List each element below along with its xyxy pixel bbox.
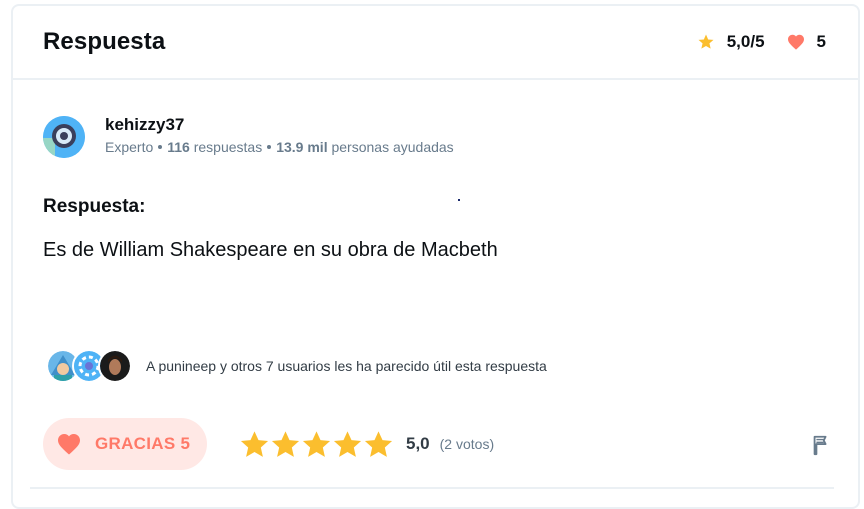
votes-count: (2 votos) bbox=[439, 436, 495, 452]
helped-label: personas ayudadas bbox=[331, 139, 454, 155]
rating-value: 5,0/5 bbox=[726, 32, 765, 51]
likes-stat: 5 bbox=[787, 32, 826, 52]
decorative-dot bbox=[458, 199, 460, 201]
answers-label: respuestas bbox=[193, 139, 263, 155]
thanks-button[interactable]: GRACIAS 5 bbox=[43, 418, 207, 470]
star-icon-2[interactable] bbox=[270, 429, 301, 460]
rating-stars bbox=[239, 429, 394, 460]
separator-dot bbox=[158, 144, 163, 149]
star-icon-4[interactable] bbox=[332, 429, 363, 460]
rating-stat: 5,0/5 bbox=[697, 32, 765, 52]
star-icon-5[interactable] bbox=[363, 429, 394, 460]
answers-count: 116 bbox=[167, 139, 190, 155]
flag-icon[interactable] bbox=[810, 434, 832, 456]
answer-header: Respuesta 5,0/5 5 bbox=[13, 6, 858, 80]
heart-icon bbox=[787, 34, 804, 50]
rating-value: 5,0 bbox=[406, 434, 430, 453]
helped-count: 13.9 mil bbox=[276, 139, 328, 155]
helped-summary: A punineep y otros 7 usuarios les ha par… bbox=[46, 349, 547, 383]
answer-label: Respuesta: bbox=[43, 196, 146, 217]
star-icon-1[interactable] bbox=[239, 429, 270, 460]
vinyl-record-avatar-icon[interactable] bbox=[43, 116, 85, 158]
header-stats: 5,0/5 5 bbox=[697, 32, 826, 52]
star-icon-3[interactable] bbox=[301, 429, 332, 460]
likes-count: 5 bbox=[816, 32, 826, 51]
user-avatar-3-icon[interactable] bbox=[98, 349, 132, 383]
divider bbox=[30, 487, 834, 489]
thanks-label: GRACIAS 5 bbox=[95, 434, 191, 453]
separator-dot bbox=[267, 144, 272, 149]
page-title: Respuesta bbox=[43, 28, 166, 55]
heart-icon bbox=[58, 434, 80, 455]
author-name[interactable]: kehizzy37 bbox=[105, 114, 454, 136]
helped-text: A punineep y otros 7 usuarios les ha par… bbox=[146, 358, 547, 374]
author-block: kehizzy37 Experto 116 respuestas 13.9 mil … bbox=[43, 114, 454, 158]
author-rank: Experto bbox=[105, 139, 154, 155]
author-info: kehizzy37 Experto 116 respuestas 13.9 mil … bbox=[105, 114, 454, 156]
answer-text: Es de William Shakespeare en su obra de … bbox=[43, 239, 498, 261]
helped-avatars bbox=[46, 349, 132, 383]
star-icon bbox=[698, 34, 714, 49]
author-meta: Experto 116 respuestas 13.9 mil personas a… bbox=[105, 138, 454, 156]
answer-card: Respuesta 5,0/5 5 kehizzy37 Experto 116 … bbox=[11, 4, 860, 509]
answer-actions: GRACIAS 5 5,0 (2 votos) bbox=[43, 418, 828, 470]
